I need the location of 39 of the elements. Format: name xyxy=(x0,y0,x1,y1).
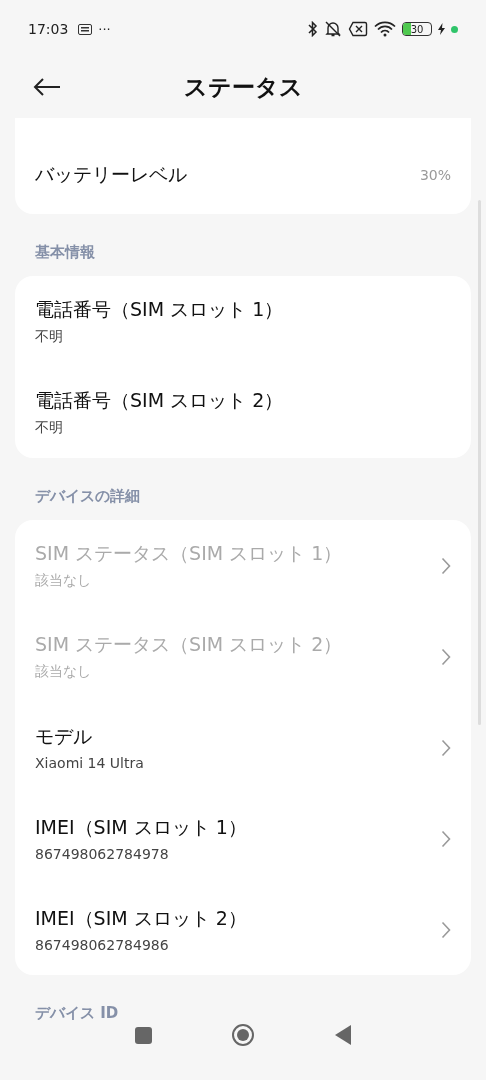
settings-item[interactable]: モデル Xiaomi 14 Ultra xyxy=(15,702,471,793)
charging-icon xyxy=(438,23,445,35)
item-value: 30% xyxy=(419,167,451,183)
chevron-icon xyxy=(441,738,451,757)
chevron-icon xyxy=(441,920,451,939)
section-header: デバイスの詳細 xyxy=(34,486,141,507)
item-title: SIM ステータス（SIM スロット 2） xyxy=(35,632,344,657)
chevron-icon xyxy=(441,556,451,575)
item-title: 電話番号（SIM スロット 1） xyxy=(35,297,285,322)
chevron-icon xyxy=(441,647,451,666)
settings-item[interactable]: IMEI（SIM スロット 1） 867498062784978 xyxy=(15,793,471,884)
item-subtitle: 該当なし xyxy=(35,663,92,681)
triangle-icon xyxy=(335,1025,351,1045)
wifi-icon xyxy=(374,21,396,37)
card-icon xyxy=(78,23,93,35)
page-title: ステータス xyxy=(183,72,303,102)
item-title: IMEI（SIM スロット 2） xyxy=(35,906,248,931)
item-subtitle: 不明 xyxy=(35,328,64,346)
item-title: SIM ステータス（SIM スロット 1） xyxy=(35,541,344,566)
bluetooth-icon xyxy=(308,21,318,37)
item-title: バッテリーレベル xyxy=(35,162,188,187)
battery-icon: 30 xyxy=(402,22,432,36)
item-title: 電話番号（SIM スロット 2） xyxy=(35,388,285,413)
section-header: デバイス ID xyxy=(34,1003,120,1020)
muted-bell-icon xyxy=(324,20,342,38)
item-subtitle: 不明 xyxy=(35,419,64,437)
item-subtitle: 867498062784978 xyxy=(35,846,170,862)
item-subtitle: 該当なし xyxy=(35,572,92,590)
status-time: 17:03 xyxy=(28,21,69,37)
item-subtitle: 867498062784986 xyxy=(35,937,170,953)
item-title: IMEI（SIM スロット 1） xyxy=(35,815,248,840)
more-notifications: ··· xyxy=(98,21,111,37)
item-title: モデル xyxy=(35,724,93,749)
no-sim-icon xyxy=(348,21,368,37)
chevron-icon xyxy=(441,829,451,848)
settings-item[interactable]: IMEI（SIM スロット 2） 867498062784986 xyxy=(15,884,471,975)
item-subtitle: Xiaomi 14 Ultra xyxy=(35,755,145,771)
dot-icon xyxy=(451,25,458,33)
section-header: 基本情報 xyxy=(34,242,96,263)
